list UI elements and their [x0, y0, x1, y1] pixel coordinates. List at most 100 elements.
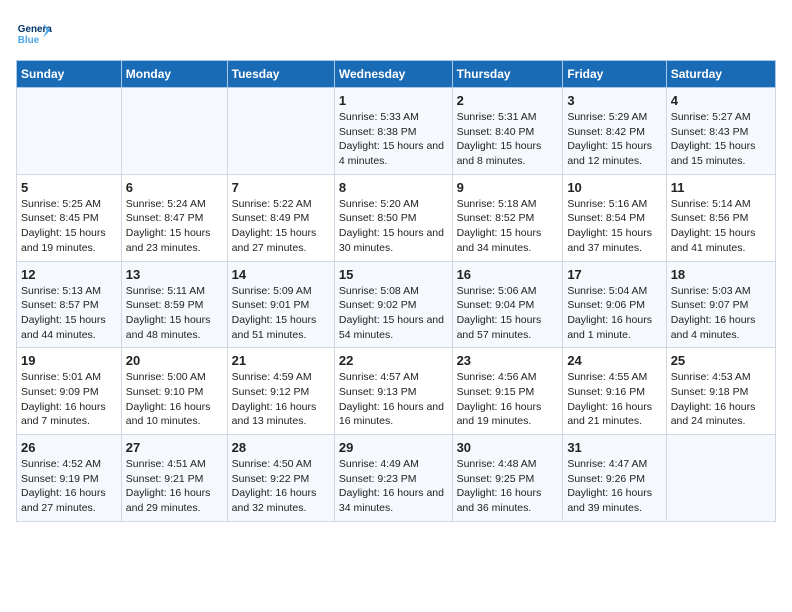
day-cell: 23 Sunrise: 4:56 AM Sunset: 9:15 PM Dayli… — [452, 348, 563, 435]
day-info: Sunrise: 4:59 AM Sunset: 9:12 PM Dayligh… — [232, 370, 330, 429]
day-info: Sunrise: 5:08 AM Sunset: 9:02 PM Dayligh… — [339, 284, 448, 343]
day-number: 25 — [671, 353, 771, 368]
day-cell: 19 Sunrise: 5:01 AM Sunset: 9:09 PM Dayli… — [17, 348, 122, 435]
day-cell: 14 Sunrise: 5:09 AM Sunset: 9:01 PM Dayli… — [227, 261, 334, 348]
col-header-monday: Monday — [121, 61, 227, 88]
day-info: Sunrise: 5:16 AM Sunset: 8:54 PM Dayligh… — [567, 197, 661, 256]
day-number: 15 — [339, 267, 448, 282]
day-cell: 25 Sunrise: 4:53 AM Sunset: 9:18 PM Dayli… — [666, 348, 775, 435]
day-cell: 10 Sunrise: 5:16 AM Sunset: 8:54 PM Dayli… — [563, 174, 666, 261]
day-cell — [227, 88, 334, 175]
day-info: Sunrise: 4:53 AM Sunset: 9:18 PM Dayligh… — [671, 370, 771, 429]
header: General Blue — [16, 16, 776, 52]
day-info: Sunrise: 5:03 AM Sunset: 9:07 PM Dayligh… — [671, 284, 771, 343]
day-cell: 4 Sunrise: 5:27 AM Sunset: 8:43 PM Daylig… — [666, 88, 775, 175]
day-info: Sunrise: 5:04 AM Sunset: 9:06 PM Dayligh… — [567, 284, 661, 343]
day-cell: 22Sunrise: 4:57 AM Sunset: 9:13 PM Dayli… — [334, 348, 452, 435]
day-number: 1 — [339, 93, 448, 108]
day-info: Sunrise: 5:27 AM Sunset: 8:43 PM Dayligh… — [671, 110, 771, 169]
day-cell: 28Sunrise: 4:50 AM Sunset: 9:22 PM Dayli… — [227, 435, 334, 522]
day-number: 12 — [21, 267, 117, 282]
day-cell: 30Sunrise: 4:48 AM Sunset: 9:25 PM Dayli… — [452, 435, 563, 522]
day-number: 24 — [567, 353, 661, 368]
day-info: Sunrise: 4:51 AM Sunset: 9:21 PM Dayligh… — [126, 457, 223, 516]
day-info: Sunrise: 4:55 AM Sunset: 9:16 PM Dayligh… — [567, 370, 661, 429]
day-number: 14 — [232, 267, 330, 282]
day-info: Sunrise: 5:06 AM Sunset: 9:04 PM Dayligh… — [457, 284, 559, 343]
week-row-1: 1 Sunrise: 5:33 AM Sunset: 8:38 PM Daylig… — [17, 88, 776, 175]
day-cell: 31 Sunrise: 4:47 AM Sunset: 9:26 PM Dayli… — [563, 435, 666, 522]
day-info: Sunrise: 5:09 AM Sunset: 9:01 PM Dayligh… — [232, 284, 330, 343]
week-row-5: 26 Sunrise: 4:52 AM Sunset: 9:19 PM Dayli… — [17, 435, 776, 522]
day-number: 6 — [126, 180, 223, 195]
day-number: 26 — [21, 440, 117, 455]
day-cell — [17, 88, 122, 175]
day-cell: 15 Sunrise: 5:08 AM Sunset: 9:02 PM Dayli… — [334, 261, 452, 348]
day-number: 10 — [567, 180, 661, 195]
day-number: 16 — [457, 267, 559, 282]
day-number: 9 — [457, 180, 559, 195]
day-cell: 26 Sunrise: 4:52 AM Sunset: 9:19 PM Dayli… — [17, 435, 122, 522]
day-number: 13 — [126, 267, 223, 282]
day-cell: 29 Sunrise: 4:49 AM Sunset: 9:23 PM Dayli… — [334, 435, 452, 522]
day-cell: 13 Sunrise: 5:11 AM Sunset: 8:59 PM Dayli… — [121, 261, 227, 348]
day-number: 29 — [339, 440, 448, 455]
week-row-3: 12 Sunrise: 5:13 AM Sunset: 8:57 PM Dayli… — [17, 261, 776, 348]
day-cell: 12 Sunrise: 5:13 AM Sunset: 8:57 PM Dayli… — [17, 261, 122, 348]
day-number: 19 — [21, 353, 117, 368]
day-number: 11 — [671, 180, 771, 195]
col-header-tuesday: Tuesday — [227, 61, 334, 88]
logo: General Blue — [16, 16, 54, 52]
col-header-friday: Friday — [563, 61, 666, 88]
day-info: Sunrise: 5:01 AM Sunset: 9:09 PM Dayligh… — [21, 370, 117, 429]
col-header-sunday: Sunday — [17, 61, 122, 88]
day-info: Sunrise: 5:22 AM Sunset: 8:49 PM Dayligh… — [232, 197, 330, 256]
day-info: Sunrise: 4:48 AM Sunset: 9:25 PM Dayligh… — [457, 457, 559, 516]
day-info: Sunrise: 5:14 AM Sunset: 8:56 PM Dayligh… — [671, 197, 771, 256]
day-number: 23 — [457, 353, 559, 368]
day-info: Sunrise: 5:11 AM Sunset: 8:59 PM Dayligh… — [126, 284, 223, 343]
day-info: Sunrise: 5:24 AM Sunset: 8:47 PM Dayligh… — [126, 197, 223, 256]
day-cell: 2 Sunrise: 5:31 AM Sunset: 8:40 PM Daylig… — [452, 88, 563, 175]
day-cell: 16 Sunrise: 5:06 AM Sunset: 9:04 PM Dayli… — [452, 261, 563, 348]
day-cell — [121, 88, 227, 175]
day-cell — [666, 435, 775, 522]
day-info: Sunrise: 5:25 AM Sunset: 8:45 PM Dayligh… — [21, 197, 117, 256]
day-number: 3 — [567, 93, 661, 108]
day-cell: 1 Sunrise: 5:33 AM Sunset: 8:38 PM Daylig… — [334, 88, 452, 175]
day-cell: 7 Sunrise: 5:22 AM Sunset: 8:49 PM Daylig… — [227, 174, 334, 261]
header-row: SundayMondayTuesdayWednesdayThursdayFrid… — [17, 61, 776, 88]
day-cell: 5Sunrise: 5:25 AM Sunset: 8:45 PM Daylig… — [17, 174, 122, 261]
page: General Blue SundayMondayTuesdayWednesda… — [0, 0, 792, 538]
day-info: Sunrise: 5:20 AM Sunset: 8:50 PM Dayligh… — [339, 197, 448, 256]
col-header-thursday: Thursday — [452, 61, 563, 88]
day-number: 31 — [567, 440, 661, 455]
day-number: 2 — [457, 93, 559, 108]
day-number: 27 — [126, 440, 223, 455]
day-info: Sunrise: 4:49 AM Sunset: 9:23 PM Dayligh… — [339, 457, 448, 516]
day-cell: 21 Sunrise: 4:59 AM Sunset: 9:12 PM Dayli… — [227, 348, 334, 435]
day-number: 17 — [567, 267, 661, 282]
col-header-saturday: Saturday — [666, 61, 775, 88]
day-number: 22 — [339, 353, 448, 368]
day-number: 18 — [671, 267, 771, 282]
day-cell: 11 Sunrise: 5:14 AM Sunset: 8:56 PM Dayli… — [666, 174, 775, 261]
day-info: Sunrise: 5:31 AM Sunset: 8:40 PM Dayligh… — [457, 110, 559, 169]
day-number: 4 — [671, 93, 771, 108]
calendar-table: SundayMondayTuesdayWednesdayThursdayFrid… — [16, 60, 776, 522]
day-info: Sunrise: 5:13 AM Sunset: 8:57 PM Dayligh… — [21, 284, 117, 343]
day-info: Sunrise: 5:00 AM Sunset: 9:10 PM Dayligh… — [126, 370, 223, 429]
day-info: Sunrise: 5:18 AM Sunset: 8:52 PM Dayligh… — [457, 197, 559, 256]
day-cell: 20Sunrise: 5:00 AM Sunset: 9:10 PM Dayli… — [121, 348, 227, 435]
day-info: Sunrise: 4:50 AM Sunset: 9:22 PM Dayligh… — [232, 457, 330, 516]
day-number: 7 — [232, 180, 330, 195]
day-info: Sunrise: 4:47 AM Sunset: 9:26 PM Dayligh… — [567, 457, 661, 516]
day-info: Sunrise: 5:33 AM Sunset: 8:38 PM Dayligh… — [339, 110, 448, 169]
day-number: 21 — [232, 353, 330, 368]
day-cell: 18 Sunrise: 5:03 AM Sunset: 9:07 PM Dayli… — [666, 261, 775, 348]
day-info: Sunrise: 4:56 AM Sunset: 9:15 PM Dayligh… — [457, 370, 559, 429]
day-info: Sunrise: 4:52 AM Sunset: 9:19 PM Dayligh… — [21, 457, 117, 516]
week-row-4: 19 Sunrise: 5:01 AM Sunset: 9:09 PM Dayli… — [17, 348, 776, 435]
col-header-wednesday: Wednesday — [334, 61, 452, 88]
logo-icon: General Blue — [16, 16, 52, 52]
